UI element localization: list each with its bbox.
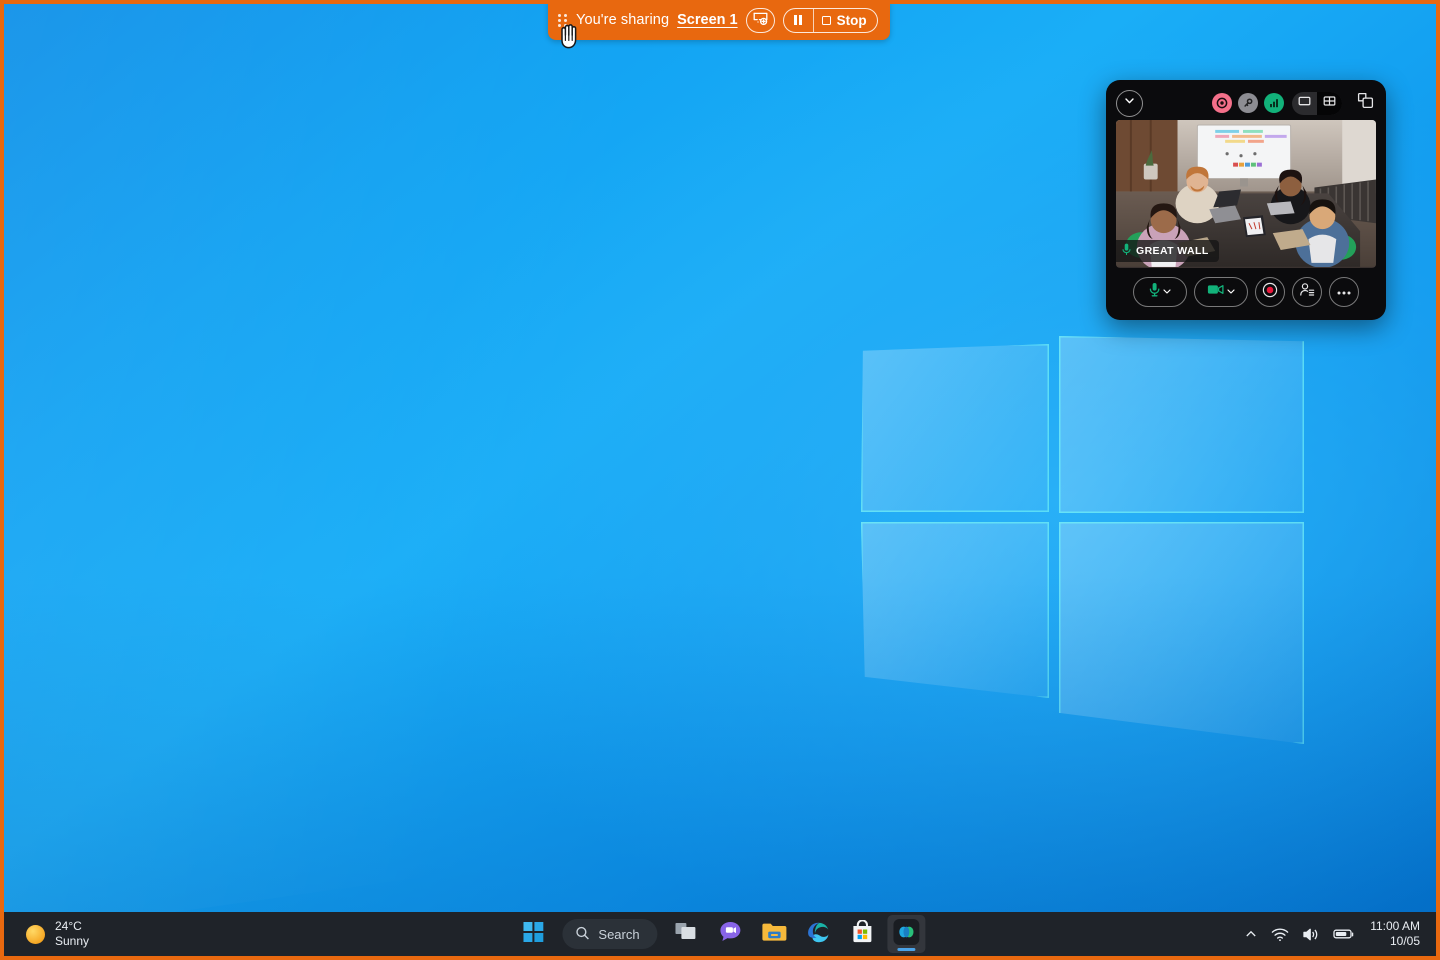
participant-video-tile[interactable]: GREAT WALL <box>1116 120 1376 268</box>
chevron-up-icon[interactable] <box>1244 927 1258 941</box>
microphone-on-icon <box>1122 243 1131 259</box>
weather-widget[interactable]: 24°C Sunny <box>4 919 89 949</box>
stop-square-icon <box>821 15 831 25</box>
clock-widget[interactable]: 11:00 AM 10/05 <box>1370 919 1420 949</box>
taskbar-item-edge[interactable] <box>800 915 838 953</box>
recording-indicator-icon[interactable] <box>1212 93 1232 113</box>
search-input[interactable]: Search <box>562 919 658 949</box>
chevron-down-icon <box>1123 94 1136 112</box>
video-button[interactable] <box>1194 277 1248 307</box>
chevron-down-icon[interactable] <box>1162 283 1172 301</box>
stop-share-button[interactable]: Stop <box>814 9 877 32</box>
share-new-content-icon <box>753 11 768 30</box>
more-horizontal-icon <box>1336 283 1352 301</box>
weather-temperature: 24°C <box>55 919 82 933</box>
sharing-status-text: You're sharing <box>576 12 670 28</box>
store-bag-icon <box>852 919 874 948</box>
participants-button[interactable] <box>1292 277 1322 307</box>
wifi-icon[interactable] <box>1271 927 1289 942</box>
participant-name: GREAT WALL <box>1136 245 1209 257</box>
taskbar-item-start[interactable] <box>514 915 552 953</box>
edge-browser-icon <box>807 920 831 949</box>
screen-share-control-bar[interactable]: You're sharing Screen 1 Stop <box>548 0 890 40</box>
windows-logo-icon <box>523 921 544 947</box>
meeting-controls-bar <box>1114 268 1378 312</box>
volume-icon[interactable] <box>1302 927 1320 942</box>
stop-share-label: Stop <box>836 12 867 28</box>
weather-condition: Sunny <box>55 934 90 948</box>
search-icon <box>575 926 589 943</box>
taskbar-item-chat[interactable] <box>712 915 750 953</box>
layout-stack-icon <box>1298 94 1311 112</box>
layout-grid-icon <box>1323 94 1336 112</box>
drag-dots-icon[interactable] <box>558 12 568 28</box>
shared-target-label[interactable]: Screen 1 <box>677 12 737 28</box>
desktop-background: 24°C Sunny Search 11:00 AM 10/05 GREAT W… <box>4 4 1436 956</box>
clock-date: 10/05 <box>1389 934 1420 948</box>
picture-in-picture-icon <box>1357 92 1374 114</box>
windows-wallpaper-logo <box>856 336 1308 748</box>
wallpaper-pane-top-left <box>861 344 1049 512</box>
layout-grid-button[interactable] <box>1317 91 1342 115</box>
meeting-lock-icon[interactable] <box>1238 93 1258 113</box>
webex-floating-meeting-panel[interactable]: GREAT WALL <box>1106 80 1386 320</box>
participants-icon <box>1299 282 1315 302</box>
system-tray: 11:00 AM 10/05 <box>1244 912 1436 956</box>
wallpaper-pane-bottom-left <box>861 522 1049 698</box>
mute-button[interactable] <box>1133 277 1187 307</box>
taskbar-item-file-explorer[interactable] <box>756 915 794 953</box>
battery-icon[interactable] <box>1333 927 1355 941</box>
camera-on-icon <box>1207 283 1224 301</box>
layout-toggle-group[interactable] <box>1292 91 1342 115</box>
network-signal-icon[interactable] <box>1264 93 1284 113</box>
chevron-down-icon[interactable] <box>1226 283 1236 301</box>
pause-share-button[interactable] <box>784 8 814 32</box>
task-view-icon <box>675 922 698 947</box>
picture-in-picture-button[interactable] <box>1354 92 1376 114</box>
collapse-panel-button[interactable] <box>1116 89 1143 117</box>
taskbar-center-group: Search <box>514 915 926 953</box>
share-new-content-button[interactable] <box>745 7 775 33</box>
layout-stack-button[interactable] <box>1292 92 1317 115</box>
pause-stop-group: Stop <box>782 7 878 33</box>
wallpaper-pane-bottom-right <box>1059 522 1304 744</box>
sun-icon <box>26 924 45 944</box>
participant-name-badge: GREAT WALL <box>1116 240 1219 262</box>
folder-icon <box>762 921 788 948</box>
clock-time: 11:00 AM <box>1370 919 1420 933</box>
microphone-on-icon <box>1149 282 1160 302</box>
wallpaper-pane-top-right <box>1059 336 1304 513</box>
search-placeholder: Search <box>598 926 640 942</box>
taskbar: 24°C Sunny Search 11:00 AM 10/05 <box>4 912 1436 956</box>
record-button[interactable] <box>1255 277 1285 307</box>
chat-video-icon <box>719 920 743 949</box>
panel-top-bar <box>1114 88 1378 118</box>
taskbar-item-store[interactable] <box>844 915 882 953</box>
webex-logo-icon <box>893 918 920 950</box>
taskbar-item-task-view[interactable] <box>668 915 706 953</box>
record-dot-icon <box>1262 282 1278 303</box>
more-options-button[interactable] <box>1329 277 1359 307</box>
taskbar-item-webex[interactable] <box>887 915 926 953</box>
